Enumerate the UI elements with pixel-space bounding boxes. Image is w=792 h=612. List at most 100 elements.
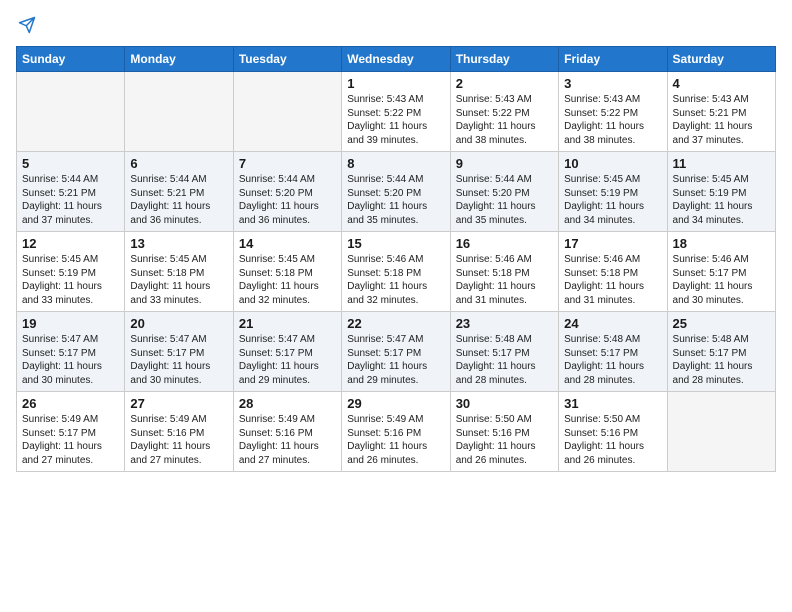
day-info: Sunrise: 5:46 AMSunset: 5:18 PMDaylight:… — [564, 253, 661, 307]
calendar-week-row: 19 Sunrise: 5:47 AMSunset: 5:17 PMDayligh… — [17, 312, 776, 392]
day-info: Sunrise: 5:49 AMSunset: 5:16 PMDaylight:… — [130, 413, 227, 467]
day-number: 29 — [347, 396, 444, 411]
calendar-day-cell: 9 Sunrise: 5:44 AMSunset: 5:20 PMDaylight… — [450, 152, 558, 232]
day-info: Sunrise: 5:44 AMSunset: 5:20 PMDaylight:… — [347, 173, 444, 227]
logo-general — [16, 16, 36, 38]
day-number: 5 — [22, 156, 119, 171]
day-header-monday: Monday — [125, 47, 233, 72]
calendar-day-cell: 4 Sunrise: 5:43 AMSunset: 5:21 PMDaylight… — [667, 72, 775, 152]
day-info: Sunrise: 5:43 AMSunset: 5:22 PMDaylight:… — [564, 93, 661, 147]
day-number: 3 — [564, 76, 661, 91]
day-number: 25 — [673, 316, 770, 331]
day-info: Sunrise: 5:50 AMSunset: 5:16 PMDaylight:… — [456, 413, 553, 467]
logo — [16, 16, 36, 38]
calendar-day-cell: 23 Sunrise: 5:48 AMSunset: 5:17 PMDayligh… — [450, 312, 558, 392]
calendar-day-cell: 24 Sunrise: 5:48 AMSunset: 5:17 PMDayligh… — [559, 312, 667, 392]
day-info: Sunrise: 5:49 AMSunset: 5:16 PMDaylight:… — [239, 413, 336, 467]
day-header-sunday: Sunday — [17, 47, 125, 72]
calendar-day-cell — [233, 72, 341, 152]
day-number: 31 — [564, 396, 661, 411]
day-number: 14 — [239, 236, 336, 251]
day-number: 22 — [347, 316, 444, 331]
day-number: 1 — [347, 76, 444, 91]
calendar-day-cell: 7 Sunrise: 5:44 AMSunset: 5:20 PMDaylight… — [233, 152, 341, 232]
day-number: 7 — [239, 156, 336, 171]
logo-bird-icon — [18, 16, 36, 34]
calendar-day-cell: 18 Sunrise: 5:46 AMSunset: 5:17 PMDayligh… — [667, 232, 775, 312]
calendar-week-row: 12Sunrise: 5:45 AMSunset: 5:19 PMDayligh… — [17, 232, 776, 312]
day-number: 16 — [456, 236, 553, 251]
day-header-thursday: Thursday — [450, 47, 558, 72]
calendar-day-cell: 29 Sunrise: 5:49 AMSunset: 5:16 PMDayligh… — [342, 392, 450, 472]
day-info: Sunrise: 5:45 AMSunset: 5:19 PMDaylight:… — [673, 173, 770, 227]
day-info: Sunrise: 5:46 AMSunset: 5:17 PMDaylight:… — [673, 253, 770, 307]
day-info: Sunrise: 5:45 AMSunset: 5:19 PMDaylight:… — [564, 173, 661, 227]
day-info: Sunrise: 5:44 AMSunset: 5:21 PMDaylight:… — [130, 173, 227, 227]
calendar-day-cell: 17 Sunrise: 5:46 AMSunset: 5:18 PMDayligh… — [559, 232, 667, 312]
calendar-day-cell: 8 Sunrise: 5:44 AMSunset: 5:20 PMDaylight… — [342, 152, 450, 232]
day-info: Sunrise: 5:48 AMSunset: 5:17 PMDaylight:… — [564, 333, 661, 387]
calendar-day-cell: 31Sunrise: 5:50 AMSunset: 5:16 PMDayligh… — [559, 392, 667, 472]
day-header-friday: Friday — [559, 47, 667, 72]
calendar-day-cell: 28Sunrise: 5:49 AMSunset: 5:16 PMDayligh… — [233, 392, 341, 472]
day-number: 2 — [456, 76, 553, 91]
day-number: 12 — [22, 236, 119, 251]
day-number: 18 — [673, 236, 770, 251]
calendar-day-cell: 30 Sunrise: 5:50 AMSunset: 5:16 PMDayligh… — [450, 392, 558, 472]
page-header — [16, 16, 776, 38]
day-number: 23 — [456, 316, 553, 331]
calendar-day-cell: 21 Sunrise: 5:47 AMSunset: 5:17 PMDayligh… — [233, 312, 341, 392]
day-number: 15 — [347, 236, 444, 251]
day-info: Sunrise: 5:46 AMSunset: 5:18 PMDaylight:… — [456, 253, 553, 307]
day-info: Sunrise: 5:48 AMSunset: 5:17 PMDaylight:… — [456, 333, 553, 387]
day-number: 24 — [564, 316, 661, 331]
day-number: 4 — [673, 76, 770, 91]
day-number: 8 — [347, 156, 444, 171]
day-header-wednesday: Wednesday — [342, 47, 450, 72]
calendar-day-cell: 22 Sunrise: 5:47 AMSunset: 5:17 PMDayligh… — [342, 312, 450, 392]
day-number: 11 — [673, 156, 770, 171]
calendar-day-cell: 5 Sunrise: 5:44 AMSunset: 5:21 PMDaylight… — [17, 152, 125, 232]
day-header-saturday: Saturday — [667, 47, 775, 72]
calendar-day-cell: 19 Sunrise: 5:47 AMSunset: 5:17 PMDayligh… — [17, 312, 125, 392]
day-info: Sunrise: 5:47 AMSunset: 5:17 PMDaylight:… — [347, 333, 444, 387]
day-info: Sunrise: 5:47 AMSunset: 5:17 PMDaylight:… — [239, 333, 336, 387]
calendar-day-cell: 1 Sunrise: 5:43 AMSunset: 5:22 PMDaylight… — [342, 72, 450, 152]
day-info: Sunrise: 5:43 AMSunset: 5:22 PMDaylight:… — [347, 93, 444, 147]
calendar-day-cell: 6 Sunrise: 5:44 AMSunset: 5:21 PMDaylight… — [125, 152, 233, 232]
calendar-table: SundayMondayTuesdayWednesdayThursdayFrid… — [16, 46, 776, 472]
day-number: 20 — [130, 316, 227, 331]
day-info: Sunrise: 5:49 AMSunset: 5:17 PMDaylight:… — [22, 413, 119, 467]
calendar-day-cell: 16 Sunrise: 5:46 AMSunset: 5:18 PMDayligh… — [450, 232, 558, 312]
calendar-day-cell: 13Sunrise: 5:45 AMSunset: 5:18 PMDayligh… — [125, 232, 233, 312]
day-info: Sunrise: 5:44 AMSunset: 5:20 PMDaylight:… — [456, 173, 553, 227]
day-info: Sunrise: 5:45 AMSunset: 5:18 PMDaylight:… — [239, 253, 336, 307]
calendar-day-cell: 27 Sunrise: 5:49 AMSunset: 5:16 PMDayligh… — [125, 392, 233, 472]
calendar-day-cell: 14 Sunrise: 5:45 AMSunset: 5:18 PMDayligh… — [233, 232, 341, 312]
calendar-day-cell: 2Sunrise: 5:43 AMSunset: 5:22 PMDaylight… — [450, 72, 558, 152]
calendar-day-cell: 12Sunrise: 5:45 AMSunset: 5:19 PMDayligh… — [17, 232, 125, 312]
day-info: Sunrise: 5:47 AMSunset: 5:17 PMDaylight:… — [22, 333, 119, 387]
calendar-day-cell: 20Sunrise: 5:47 AMSunset: 5:17 PMDayligh… — [125, 312, 233, 392]
calendar-day-cell — [17, 72, 125, 152]
day-info: Sunrise: 5:48 AMSunset: 5:17 PMDaylight:… — [673, 333, 770, 387]
day-number: 26 — [22, 396, 119, 411]
day-info: Sunrise: 5:43 AMSunset: 5:21 PMDaylight:… — [673, 93, 770, 147]
day-number: 6 — [130, 156, 227, 171]
day-number: 21 — [239, 316, 336, 331]
calendar-week-row: 5 Sunrise: 5:44 AMSunset: 5:21 PMDaylight… — [17, 152, 776, 232]
day-info: Sunrise: 5:45 AMSunset: 5:18 PMDaylight:… — [130, 253, 227, 307]
day-number: 9 — [456, 156, 553, 171]
day-number: 27 — [130, 396, 227, 411]
calendar-day-cell: 10 Sunrise: 5:45 AMSunset: 5:19 PMDayligh… — [559, 152, 667, 232]
day-info: Sunrise: 5:44 AMSunset: 5:21 PMDaylight:… — [22, 173, 119, 227]
calendar-day-cell: 25 Sunrise: 5:48 AMSunset: 5:17 PMDayligh… — [667, 312, 775, 392]
day-number: 30 — [456, 396, 553, 411]
calendar-day-cell: 15Sunrise: 5:46 AMSunset: 5:18 PMDayligh… — [342, 232, 450, 312]
calendar-header-row: SundayMondayTuesdayWednesdayThursdayFrid… — [17, 47, 776, 72]
day-info: Sunrise: 5:44 AMSunset: 5:20 PMDaylight:… — [239, 173, 336, 227]
day-number: 10 — [564, 156, 661, 171]
day-number: 17 — [564, 236, 661, 251]
day-info: Sunrise: 5:49 AMSunset: 5:16 PMDaylight:… — [347, 413, 444, 467]
day-number: 19 — [22, 316, 119, 331]
